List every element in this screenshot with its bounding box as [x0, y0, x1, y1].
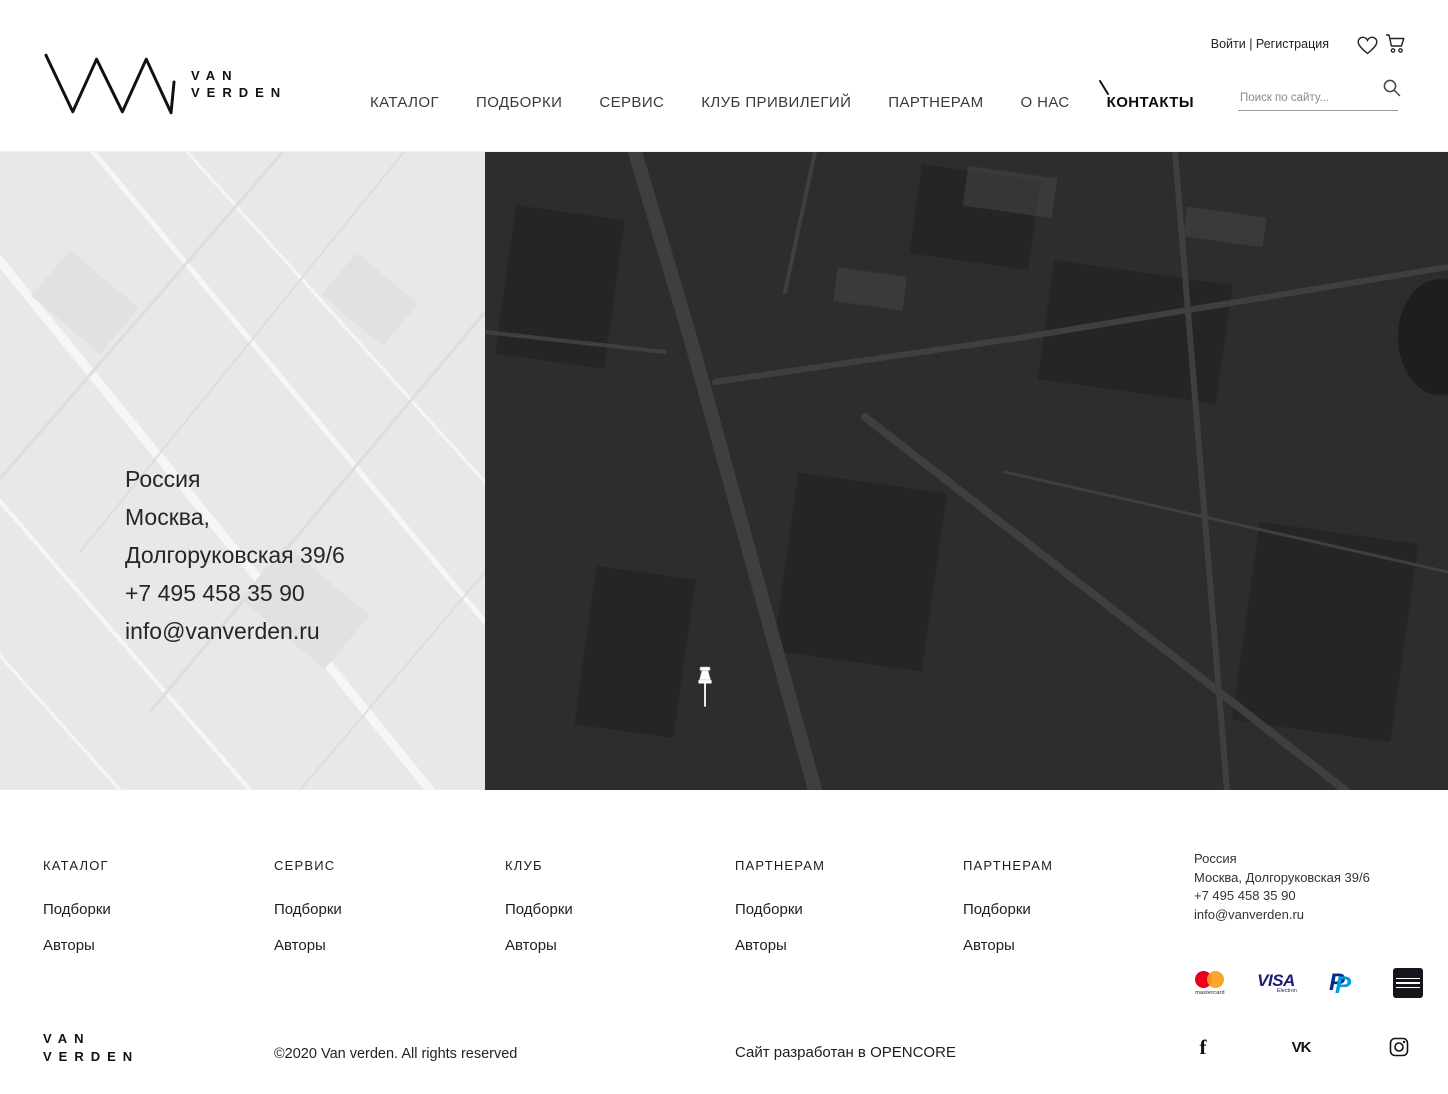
footer-link-avtory[interactable]: Авторы: [43, 937, 223, 954]
footer-col-club: КЛУБ Подборки Авторы: [505, 858, 685, 954]
footer-col-title: ПАРТНЕРАМ: [963, 858, 1054, 873]
wishlist-heart-icon[interactable]: [1357, 36, 1378, 55]
facebook-glyph: f: [1199, 1034, 1207, 1059]
developer-credit: Сайт разработан в OPENCORE: [735, 1044, 956, 1061]
brand-name: VAN VERDEN: [191, 67, 287, 101]
footer-link-avtory[interactable]: Авторы: [274, 937, 454, 954]
footer-brand-line2: VERDEN: [43, 1049, 140, 1064]
header: VAN VERDEN КАТАЛОГ ПОДБОРКИ СЕРВИС КЛУБ …: [0, 0, 1448, 152]
footer-country: Россия: [1194, 851, 1237, 866]
contact-info: Россия Москва, Долгоруковская 39/6 +7 49…: [125, 460, 345, 650]
brand-line1: VAN: [191, 68, 239, 83]
footer-brand-logo[interactable]: VAN VERDEN: [43, 1030, 139, 1066]
footer-col-service: СЕРВИС Подборки Авторы: [274, 858, 454, 954]
contact-country: Россия: [125, 466, 201, 492]
footer: КАТАЛОГ Подборки Авторы СЕРВИС Подборки …: [0, 790, 1448, 1094]
footer-link-podborki[interactable]: Подборки: [43, 901, 223, 918]
amex-icon: [1387, 966, 1429, 1000]
cart-icon[interactable]: [1385, 33, 1406, 54]
visa-sub-label: Electron: [1276, 987, 1297, 994]
active-tick-icon: [1098, 80, 1109, 95]
footer-link-podborki[interactable]: Подборки: [735, 901, 915, 918]
footer-link-podborki[interactable]: Подборки: [505, 901, 685, 918]
copyright-text: ©2020 Van verden. All rights reserved: [274, 1046, 518, 1062]
footer-link-avtory[interactable]: Авторы: [963, 937, 1143, 954]
footer-col-partners-1: ПАРТНЕРАМ Подборки Авторы: [735, 858, 915, 954]
login-register-link[interactable]: Войти | Регистрация: [1211, 37, 1329, 51]
brand-zigzag-icon: [44, 53, 176, 115]
vk-icon[interactable]: VK: [1290, 1036, 1312, 1058]
nav-item-podborki[interactable]: ПОДБОРКИ: [476, 94, 562, 111]
instagram-icon[interactable]: [1388, 1036, 1410, 1058]
nav-item-contacts[interactable]: КОНТАКТЫ: [1098, 80, 1194, 111]
search-input[interactable]: [1240, 92, 1376, 104]
footer-col-title: СЕРВИС: [274, 858, 336, 873]
map-canvas[interactable]: Россия Москва, Долгоруковская 39/6 +7 49…: [0, 152, 1448, 790]
mastercard-label: mastercard: [1195, 989, 1225, 996]
site-search: [1238, 79, 1401, 111]
footer-address: Россия Москва, Долгоруковская 39/6 +7 49…: [1194, 850, 1370, 924]
footer-col-title: ПАРТНЕРАМ: [735, 858, 826, 873]
instagram-glyph: [1389, 1037, 1409, 1057]
footer-email[interactable]: info@vanverden.ru: [1194, 906, 1370, 925]
nav-item-about[interactable]: О НАС: [1020, 94, 1069, 111]
visa-icon: VISA Electron: [1255, 966, 1297, 1000]
footer-street: Москва, Долгоруковская 39/6: [1194, 869, 1370, 885]
facebook-icon[interactable]: f: [1192, 1034, 1214, 1059]
footer-link-podborki[interactable]: Подборки: [963, 901, 1143, 918]
payment-methods: mastercard VISA Electron PP: [1189, 966, 1429, 1000]
nav-item-contacts-label: КОНТАКТЫ: [1106, 94, 1194, 111]
footer-col-title: КЛУБ: [505, 858, 543, 873]
footer-brand-line1: VAN: [43, 1031, 91, 1046]
main-nav: КАТАЛОГ ПОДБОРКИ СЕРВИС КЛУБ ПРИВИЛЕГИЙ …: [370, 80, 1194, 111]
footer-link-podborki[interactable]: Подборки: [274, 901, 454, 918]
footer-col-partners-2: ПАРТНЕРАМ Подборки Авторы: [963, 858, 1143, 954]
vk-glyph: VK: [1291, 1038, 1312, 1056]
search-icon[interactable]: [1382, 78, 1402, 98]
map-dark-area[interactable]: [485, 152, 1448, 790]
contact-phone[interactable]: +7 495 458 35 90: [125, 574, 345, 612]
contact-city: Москва,: [125, 504, 210, 530]
visa-label: VISA: [1257, 970, 1295, 990]
nav-item-catalog[interactable]: КАТАЛОГ: [370, 94, 439, 111]
footer-phone[interactable]: +7 495 458 35 90: [1194, 887, 1370, 906]
nav-item-partners[interactable]: ПАРТНЕРАМ: [888, 94, 983, 111]
contact-street: Долгоруковская 39/6: [125, 542, 345, 568]
footer-col-catalog: КАТАЛОГ Подборки Авторы: [43, 858, 223, 954]
map-pin-icon: [698, 666, 712, 707]
contact-email[interactable]: info@vanverden.ru: [125, 612, 345, 650]
mastercard-icon: mastercard: [1189, 966, 1231, 1000]
page: VAN VERDEN КАТАЛОГ ПОДБОРКИ СЕРВИС КЛУБ …: [0, 0, 1448, 1094]
footer-link-avtory[interactable]: Авторы: [735, 937, 915, 954]
nav-item-club[interactable]: КЛУБ ПРИВИЛЕГИЙ: [701, 94, 851, 111]
brand-logo[interactable]: VAN VERDEN: [43, 52, 287, 116]
footer-link-avtory[interactable]: Авторы: [505, 937, 685, 954]
social-links: f VK: [1192, 1034, 1410, 1059]
brand-line2: VERDEN: [191, 85, 288, 100]
nav-item-service[interactable]: СЕРВИС: [599, 94, 664, 111]
paypal-icon: PP: [1329, 969, 1352, 999]
footer-col-title: КАТАЛОГ: [43, 858, 109, 873]
